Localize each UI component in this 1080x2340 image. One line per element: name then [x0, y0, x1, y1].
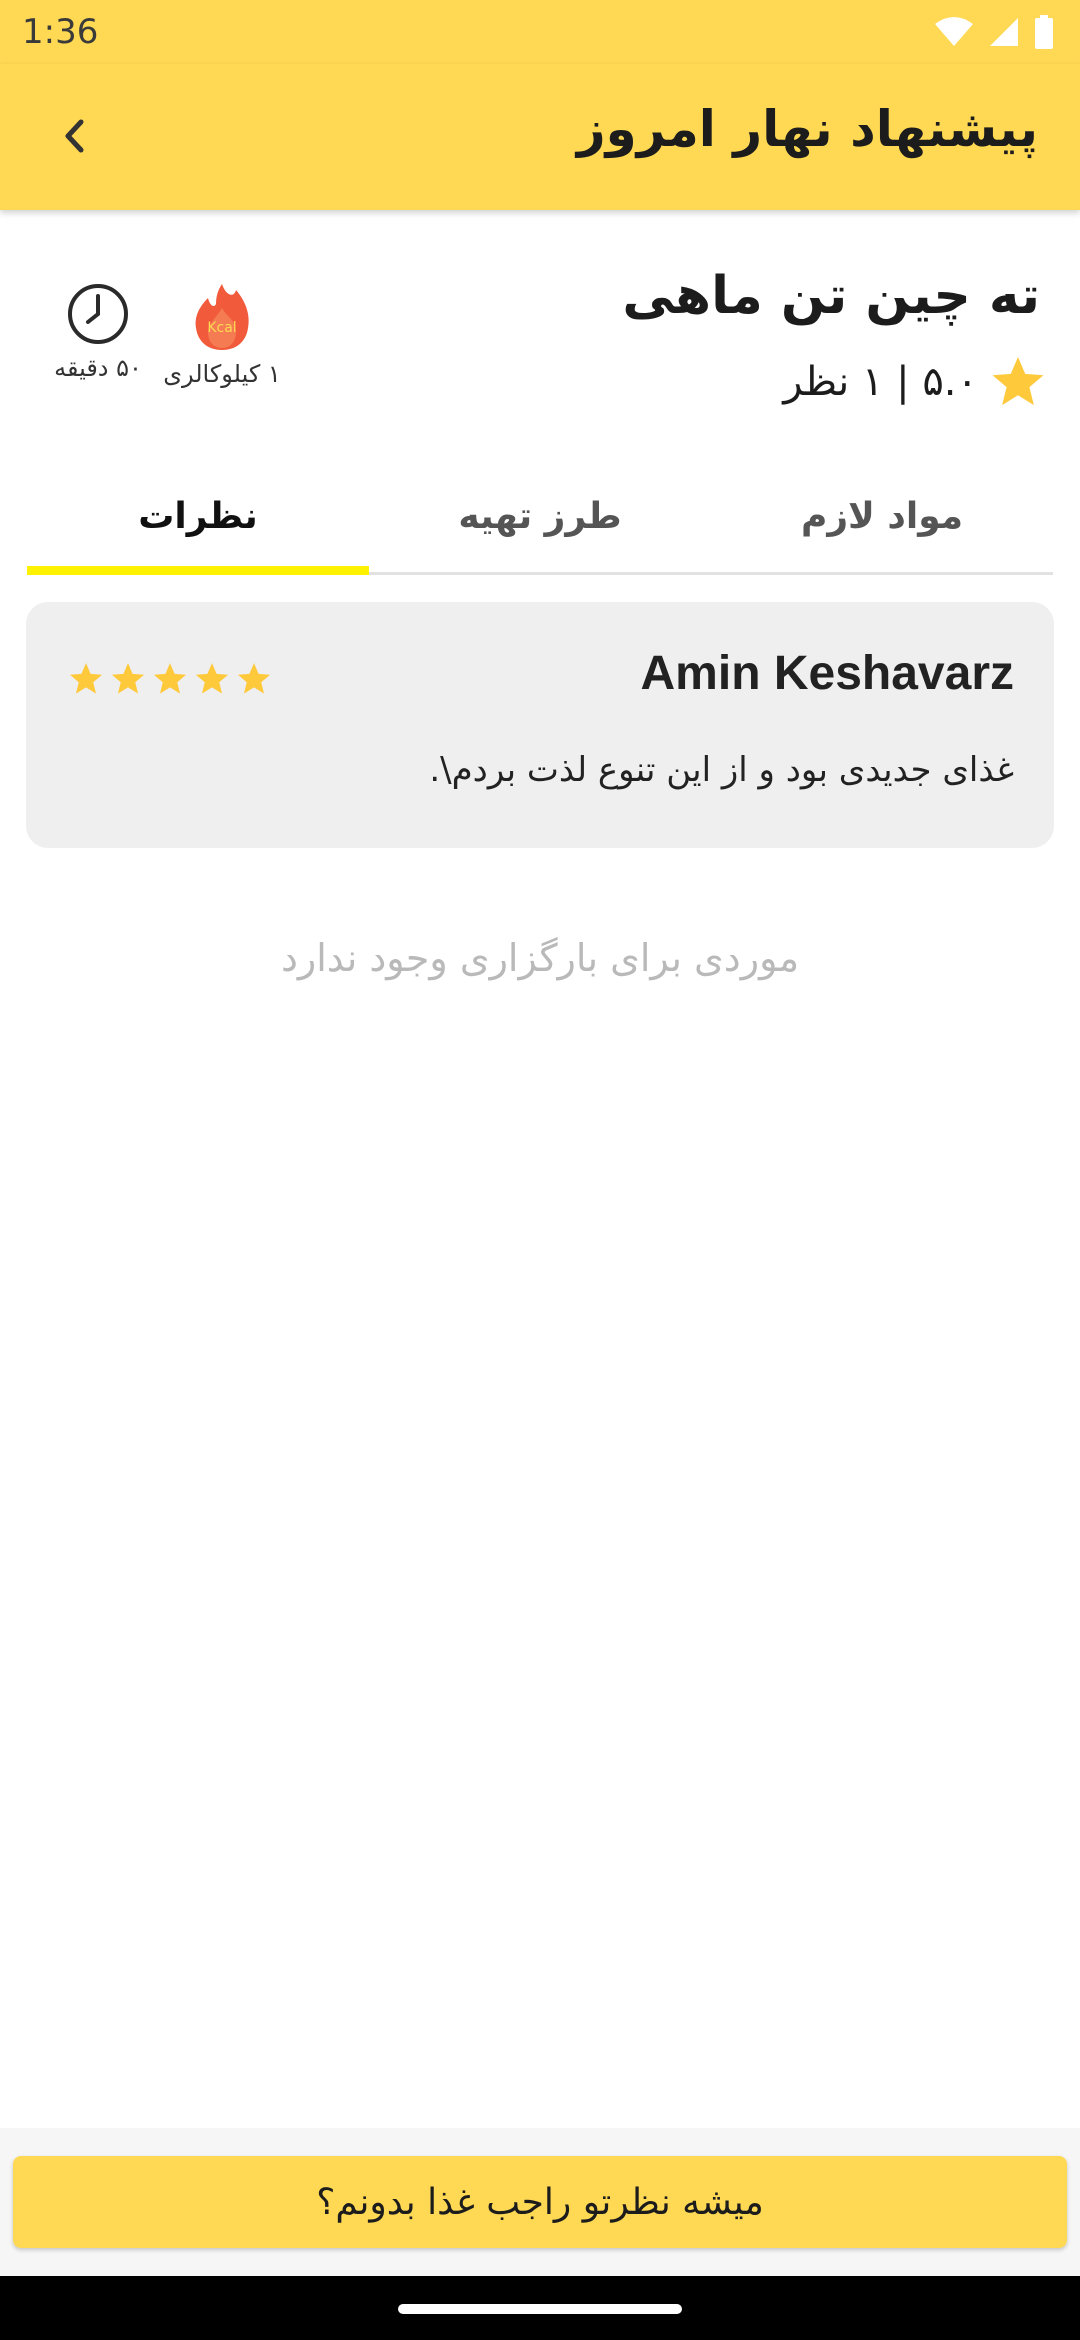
signal-icon: [990, 18, 1018, 46]
system-nav-bar: [0, 2276, 1080, 2340]
status-time: 1:36: [22, 12, 99, 52]
recipe-rating: ۵.۰ | ۱ نظر: [783, 352, 1046, 412]
chevron-left-icon: [65, 119, 84, 153]
status-bar: 1:36: [0, 0, 1080, 64]
calories-label: ۱ کیلوکالری: [163, 360, 281, 388]
battery-icon: [1035, 15, 1053, 49]
calorie-flame-icon: Kcal: [195, 284, 249, 350]
calories-info: Kcal ۱ کیلوکالری: [162, 282, 282, 388]
home-handle[interactable]: [398, 2304, 682, 2314]
recipe-title: ته چین تن ماهی: [622, 266, 1040, 326]
star-icon: [69, 663, 103, 694]
review-text: غذای جدیدی بود و از این تنوع لذت بردم\.: [429, 750, 1014, 790]
wifi-icon: [935, 17, 973, 46]
tabs: نظرات طرز تهیه مواد لازم: [27, 460, 1053, 575]
clock-icon: [68, 284, 128, 344]
page-title: پیشنهاد نهار امروز: [576, 100, 1038, 158]
back-button[interactable]: [44, 106, 104, 166]
ask-opinion-button[interactable]: میشه نظرتو راجب غذا بدونم؟: [13, 2156, 1067, 2248]
status-icons: [934, 14, 1054, 50]
app-bar: پیشنهاد نهار امروز: [0, 64, 1080, 210]
star-icon: [111, 663, 145, 694]
svg-text:Kcal: Kcal: [207, 320, 236, 336]
rating-text: ۵.۰ | ۱ نظر: [783, 359, 978, 405]
tab-preparation[interactable]: طرز تهیه: [369, 460, 711, 572]
star-icon: [992, 357, 1044, 406]
time-info: ۵۰ دقیقه: [38, 282, 158, 382]
empty-message: موردی برای بارگزاری وجود ندارد: [280, 936, 800, 980]
time-label: ۵۰ دقیقه: [54, 354, 142, 382]
star-icon: [153, 663, 187, 694]
review-author: Amin Keshavarz: [640, 647, 1014, 700]
tab-comments[interactable]: نظرات: [27, 460, 369, 575]
tab-ingredients[interactable]: مواد لازم: [711, 460, 1053, 572]
review-stars: [68, 662, 272, 696]
review-card: Amin Keshavarz غذای جدیدی بود و از این ت…: [26, 602, 1054, 848]
star-icon: [237, 663, 271, 694]
star-icon: [195, 663, 229, 694]
